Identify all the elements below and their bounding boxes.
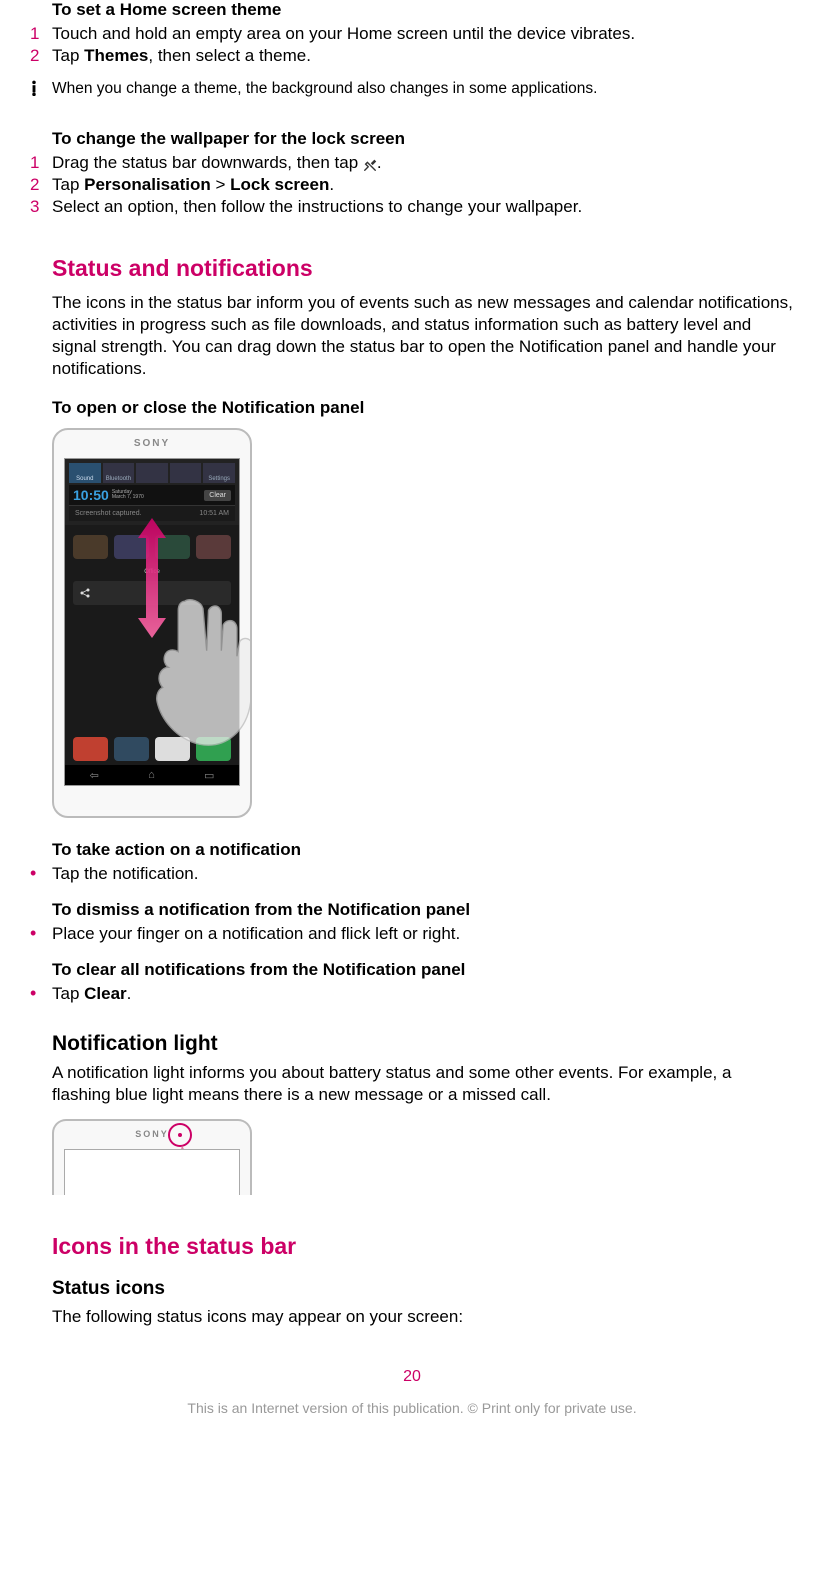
heading-status-notifications: Status and notifications bbox=[52, 255, 794, 282]
nav-back-icon: ⇦ bbox=[90, 769, 99, 782]
app-label-office: Office bbox=[65, 569, 239, 575]
important-icon bbox=[30, 80, 52, 99]
text: Drag the status bar downwards, then tap bbox=[52, 153, 363, 172]
step-row: 2 Tap Themes, then select a theme. bbox=[30, 46, 794, 66]
page-number: 20 bbox=[30, 1368, 794, 1386]
step-text: Drag the status bar downwards, then tap … bbox=[52, 153, 794, 173]
app-icon bbox=[196, 535, 231, 559]
app-dock bbox=[73, 737, 231, 761]
toggle-sound: Sound bbox=[69, 463, 101, 483]
notification-item: Screenshot captured. 10:51 AM bbox=[69, 505, 235, 521]
settings-tools-icon bbox=[363, 157, 377, 171]
note-row: When you change a theme, the background … bbox=[30, 80, 794, 99]
phone-screen-top bbox=[64, 1149, 240, 1195]
toggle-settings: Settings bbox=[203, 463, 235, 483]
nav-recent-icon: ▭ bbox=[204, 769, 214, 782]
phone-brand: SONY bbox=[54, 438, 250, 449]
bullet-text: Tap the notification. bbox=[52, 864, 794, 884]
text: Tap bbox=[52, 46, 84, 65]
heading-icons-status-bar: Icons in the status bar bbox=[52, 1233, 794, 1260]
nav-home-icon: ⌂ bbox=[148, 769, 155, 781]
step-number: 3 bbox=[30, 197, 52, 217]
bold-text: Lock screen bbox=[230, 175, 329, 194]
app-icon bbox=[73, 535, 108, 559]
app-icon bbox=[73, 737, 108, 761]
clear-button: Clear bbox=[204, 490, 231, 501]
step-row: 3 Select an option, then follow the inst… bbox=[30, 197, 794, 217]
phone-brand: SONY bbox=[54, 1129, 250, 1139]
step-row: 1 Touch and hold an empty area on your H… bbox=[30, 24, 794, 44]
section-title-take-action: To take action on a notification bbox=[52, 840, 794, 860]
bullet-icon: • bbox=[30, 924, 52, 942]
notification-time: 10:51 AM bbox=[199, 510, 229, 517]
step-row: 2 Tap Personalisation > Lock screen. bbox=[30, 175, 794, 195]
notification-panel: Sound Bluetooth Settings 10:50 SaturdayM… bbox=[65, 459, 239, 525]
bullet-text: Tap Clear. bbox=[52, 984, 794, 1004]
share-widget bbox=[73, 581, 231, 605]
time-row: 10:50 SaturdayMarch 7, 1970 Clear bbox=[69, 485, 235, 505]
section-title-clear-all: To clear all notifications from the Noti… bbox=[52, 960, 794, 980]
bold-text: Clear bbox=[84, 984, 127, 1003]
step-number: 1 bbox=[30, 24, 52, 44]
bullet-icon: • bbox=[30, 864, 52, 882]
step-row: 1 Drag the status bar downwards, then ta… bbox=[30, 153, 794, 173]
text: Tap bbox=[52, 175, 84, 194]
android-navbar: ⇦ ⌂ ▭ bbox=[65, 765, 239, 785]
section-title-open-close-panel: To open or close the Notification panel bbox=[52, 398, 794, 418]
step-text: Touch and hold an empty area on your Hom… bbox=[52, 24, 794, 44]
bullet-text: Place your finger on a notification and … bbox=[52, 924, 794, 944]
phone-illustration: SONY Sound Bluetooth Settings 10:50 Satu… bbox=[52, 428, 252, 818]
text: > bbox=[211, 175, 230, 194]
text: . bbox=[377, 153, 382, 172]
section-title-home-theme: To set a Home screen theme bbox=[52, 0, 794, 20]
app-icon bbox=[114, 737, 149, 761]
phone-top-illustration: SONY bbox=[52, 1119, 252, 1195]
note-text: When you change a theme, the background … bbox=[52, 80, 794, 98]
text: . bbox=[127, 984, 132, 1003]
paragraph: The following status icons may appear on… bbox=[52, 1306, 794, 1328]
bullet-icon: • bbox=[30, 984, 52, 1002]
clock-date: SaturdayMarch 7, 1970 bbox=[112, 490, 144, 500]
text: . bbox=[329, 175, 334, 194]
paragraph: The icons in the status bar inform you o… bbox=[52, 292, 794, 380]
footer-text: This is an Internet version of this publ… bbox=[30, 1400, 794, 1416]
paragraph: A notification light informs you about b… bbox=[52, 1062, 794, 1106]
step-number: 1 bbox=[30, 153, 52, 173]
quick-toggles: Sound Bluetooth Settings bbox=[69, 463, 235, 483]
bold-text: Personalisation bbox=[84, 175, 211, 194]
step-number: 2 bbox=[30, 46, 52, 66]
heading-status-icons: Status icons bbox=[52, 1278, 794, 1300]
notification-text: Screenshot captured. bbox=[75, 510, 142, 517]
section-title-lock-wallpaper: To change the wallpaper for the lock scr… bbox=[52, 129, 794, 149]
bold-text: Themes bbox=[84, 46, 148, 65]
app-icon bbox=[196, 737, 231, 761]
step-number: 2 bbox=[30, 175, 52, 195]
document-page: To set a Home screen theme 1 Touch and h… bbox=[0, 0, 824, 1446]
app-icon bbox=[114, 535, 149, 559]
text: Tap bbox=[52, 984, 84, 1003]
heading-notification-light: Notification light bbox=[52, 1032, 794, 1056]
app-icon bbox=[155, 737, 190, 761]
toggle-bluetooth: Bluetooth bbox=[103, 463, 135, 483]
toggle bbox=[170, 463, 202, 483]
toggle bbox=[136, 463, 168, 483]
bullet-row: • Tap the notification. bbox=[30, 864, 794, 884]
clock-time: 10:50 bbox=[73, 487, 109, 503]
text: , then select a theme. bbox=[148, 46, 311, 65]
step-text: Tap Personalisation > Lock screen. bbox=[52, 175, 794, 195]
bullet-row: • Place your finger on a notification an… bbox=[30, 924, 794, 944]
app-icon bbox=[155, 535, 190, 559]
section-title-dismiss: To dismiss a notification from the Notif… bbox=[52, 900, 794, 920]
step-text: Select an option, then follow the instru… bbox=[52, 197, 794, 217]
app-grid bbox=[65, 525, 239, 569]
bullet-row: • Tap Clear. bbox=[30, 984, 794, 1004]
step-text: Tap Themes, then select a theme. bbox=[52, 46, 794, 66]
phone-screen: Sound Bluetooth Settings 10:50 SaturdayM… bbox=[64, 458, 240, 786]
